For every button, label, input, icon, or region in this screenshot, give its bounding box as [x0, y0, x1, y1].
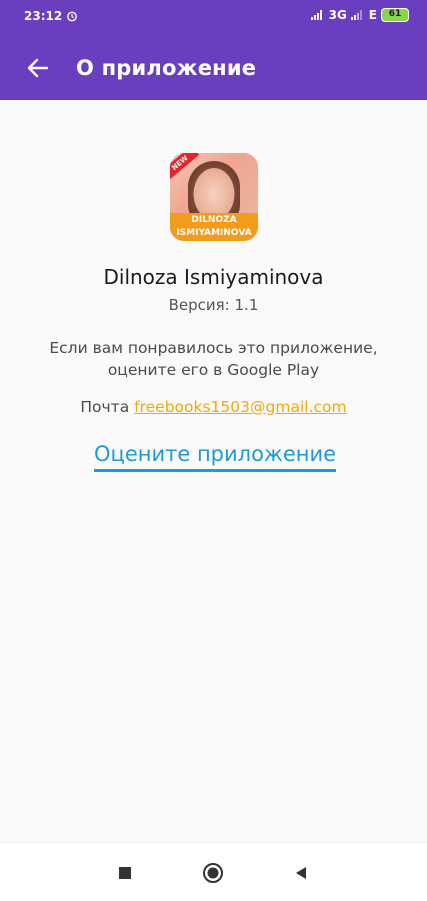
mail-label: Почта [80, 398, 130, 416]
battery-level: 61 [388, 9, 402, 19]
mail-row: Почта freebooks1503@gmail.com [0, 398, 427, 416]
mail-link[interactable]: freebooks1503@gmail.com [134, 398, 346, 416]
app-description: Если вам понравилось это приложение, оце… [49, 339, 378, 379]
home-button[interactable] [201, 861, 225, 885]
app-bar: 23:12 3G E 61 О приложение [0, 0, 427, 100]
back-nav-button[interactable] [289, 861, 313, 885]
circle-icon [203, 863, 223, 883]
app-icon-caption-line1: DILNOZA [191, 215, 237, 225]
network-type: 3G [328, 8, 347, 22]
about-content: NEW DILNOZA ISMIYAMINOVA Dilnoza Ismiyam… [0, 100, 427, 842]
triangle-back-icon [296, 867, 306, 879]
app-version: Версия: 1.1 [168, 296, 259, 314]
status-time: 23:12 [24, 9, 63, 23]
recent-apps-button[interactable] [113, 861, 137, 885]
navigation-bar [0, 842, 427, 901]
arrow-left-icon [27, 58, 49, 78]
alarm-icon [67, 11, 77, 22]
app-icon-caption-line2: ISMIYAMINOVA [176, 228, 252, 238]
toolbar: О приложение [0, 44, 427, 92]
page-title: О приложение [76, 56, 257, 80]
app-name: Dilnoza Ismiyaminova [103, 265, 324, 289]
app-icon-caption: DILNOZA ISMIYAMINOVA [170, 213, 258, 241]
status-indicators: 3G E 61 [310, 8, 409, 22]
app-icon: NEW DILNOZA ISMIYAMINOVA [170, 153, 258, 241]
signal-icon [310, 10, 322, 20]
signal-icon [350, 10, 362, 20]
battery-icon: 61 [381, 8, 409, 22]
secondary-network-type: E [368, 8, 377, 22]
back-button[interactable] [22, 52, 54, 84]
rate-app-link[interactable]: Оцените приложение [94, 442, 337, 472]
square-icon [119, 867, 131, 879]
status-bar: 23:12 3G E 61 [0, 0, 427, 34]
